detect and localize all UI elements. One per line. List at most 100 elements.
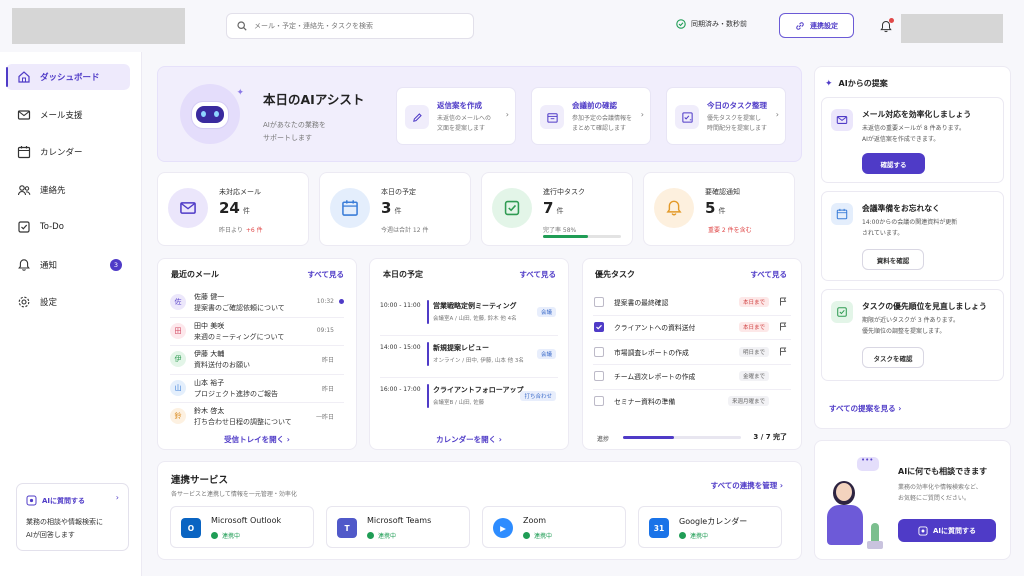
sidebar-item-home[interactable]: ダッシュボード	[6, 64, 130, 90]
service-zoom[interactable]: ▶ Zoom 連携中	[482, 506, 626, 548]
sidebar-item-contacts[interactable]: 連絡先	[6, 177, 130, 203]
mail-list-item[interactable]: 佐佐藤 健一 提案書のご確認依頼について 10:32	[158, 289, 356, 316]
ai-chat-illustration: •••	[819, 453, 901, 553]
ai-spark-icon	[26, 495, 37, 506]
task-item[interactable]: 提案書の最終確認 本日まで	[583, 293, 801, 313]
mail-card-title: 最近のメール	[171, 270, 219, 279]
calendar-icon	[17, 146, 31, 159]
task-checkbox[interactable]	[594, 346, 604, 357]
recent-mail-card: 最近のメール すべて見る 佐佐藤 健一 提案書のご確認依頼について 10:32 田田中…	[157, 258, 357, 450]
mail-list-item[interactable]: 伊伊藤 大輔 資料送付のお願い 昨日	[158, 346, 356, 373]
today-schedule-stat[interactable]: 本日の予定 3 件今週は合計 12 件	[319, 172, 471, 246]
meeting-icon	[546, 112, 558, 123]
event-type-tag: 会議	[536, 349, 556, 359]
today-schedule-card: 本日の予定 すべて見る 10:00 - 11:00 営業戦略定例ミーティング 会議室…	[369, 258, 569, 450]
unread-mail-stat[interactable]: 未対応メール 24 件昨日より +6 件	[157, 172, 309, 246]
task-completion-bar	[543, 235, 621, 238]
schedule-card-title: 本日の予定	[383, 270, 423, 279]
task-list-icon	[681, 111, 693, 123]
schedule-item[interactable]: 10:00 - 11:00 営業戦略定例ミーティング 会議室A / 山田, 佐藤, …	[370, 299, 568, 329]
sidebar: ダッシュボード メール支援カレンダー連絡先 To-Do 通知 3 設定 AIに質問する ›…	[0, 52, 142, 576]
chevron-right-icon: ›	[505, 110, 509, 119]
flag-icon	[780, 322, 787, 331]
sidebar-ai-box[interactable]: AIに質問する › 業務の相談や情報検索に AIが回答します	[16, 483, 129, 551]
task-item[interactable]: チーム週次レポートの作成 金曜まで	[583, 367, 801, 387]
task-item[interactable]: クライアントへの資料送付 本日まで	[583, 318, 801, 338]
calendar-icon	[836, 208, 848, 220]
search-input[interactable]: メール・予定・連絡先・タスクを検索	[254, 21, 373, 31]
ai-spark-icon	[918, 525, 928, 536]
search-icon	[237, 21, 247, 31]
chevron-right-icon: ›	[640, 110, 644, 119]
sender-avatar: 伊	[170, 351, 186, 367]
active-indicator	[6, 67, 8, 87]
task-item[interactable]: 市場調査レポートの作成 明日まで	[583, 343, 801, 363]
notification-count-badge: 3	[110, 258, 122, 271]
task-checkbox[interactable]	[594, 297, 604, 307]
open-calendar-link[interactable]: カレンダーを開く ›	[370, 434, 568, 445]
priority-tasks-card: 優先タスク すべて見る 提案書の最終確認 本日まで クライアントへの資料送付 本日まで…	[582, 258, 802, 450]
suggestion-action-button[interactable]: タスクを確認	[862, 347, 924, 368]
unread-dot	[339, 299, 344, 304]
due-badge: 本日まで	[738, 297, 769, 307]
task-checkbox[interactable]	[594, 396, 604, 407]
mail-see-all-link[interactable]: すべて見る	[307, 269, 344, 280]
sidebar-item-checkbox[interactable]: To-Do	[6, 214, 130, 240]
all-suggestions-link[interactable]: すべての提案を見る ›	[829, 403, 901, 414]
task-checkbox[interactable]	[594, 371, 604, 382]
schedule-item[interactable]: 16:00 - 17:00 クライアントフォローアップ 会議室B / 山田, 佐藤打…	[370, 383, 568, 413]
meeting-prep-action[interactable]: 会議前の確認 参加予定の会議情報を まとめて確認します ›	[531, 87, 651, 145]
sidebar-item-gear[interactable]: 設定	[6, 289, 130, 315]
suggestion-action-button[interactable]: 確認する	[862, 153, 925, 174]
suggestion-action-button[interactable]: 資料を確認	[862, 249, 924, 270]
sync-status: 同期済み・数秒前	[676, 19, 747, 29]
task-progress-label: 進捗	[597, 436, 610, 443]
sidebar-item-bell[interactable]: 通知 3	[6, 252, 130, 278]
suggestions-title: AIからの提案	[838, 79, 888, 88]
robot-avatar: ✦	[180, 84, 244, 144]
gear-icon	[18, 296, 30, 308]
checkbox-icon	[837, 307, 847, 317]
mail-list-item[interactable]: 山山本 裕子 プロジェクト進捗のご報告 昨日	[158, 375, 356, 402]
ask-ai-button[interactable]: AIに質問する	[898, 519, 996, 542]
due-badge: 本日まで	[738, 321, 769, 332]
notification-dot	[889, 18, 894, 23]
link-icon	[796, 21, 804, 30]
google-calendar-icon: 31	[649, 518, 669, 538]
service-google-calendar[interactable]: 31 Googleカレンダー 連携中	[638, 506, 782, 548]
notifications-stat[interactable]: 要確認通知 5 件重要 2 件を含む	[643, 172, 795, 246]
connect-settings-button[interactable]: 連携設定	[779, 13, 854, 38]
due-badge: 明日まで	[738, 346, 769, 357]
open-inbox-link[interactable]: 受信トレイを開く ›	[158, 434, 356, 445]
sparkle-icon: ✦	[825, 78, 833, 89]
mail-list-item[interactable]: 田田中 美咲 来週のミーティングについて 09:15	[158, 318, 356, 345]
service-teams[interactable]: T Microsoft Teams 連携中	[326, 506, 470, 548]
task-checkbox[interactable]	[594, 321, 604, 332]
service-outlook[interactable]: O Microsoft Outlook 連携中	[170, 506, 314, 548]
sender-avatar: 鈴	[170, 408, 186, 424]
schedule-see-all-link[interactable]: すべて見る	[519, 269, 556, 280]
flag-icon	[780, 297, 787, 306]
check-circle-icon	[523, 532, 530, 539]
home-icon	[18, 71, 30, 83]
bell-icon	[666, 200, 682, 216]
draft-reply-action[interactable]: 返信案を作成 未返信のメールへの 文面を提案します ›	[396, 87, 516, 145]
sender-avatar: 田	[170, 322, 186, 339]
notification-bell[interactable]	[880, 18, 894, 33]
chevron-right-icon: ›	[115, 493, 119, 502]
services-subtitle: 各サービスと連携して情報を一元管理・効率化	[171, 491, 297, 498]
sender-avatar: 佐	[170, 294, 186, 310]
search-box[interactable]: メール・予定・連絡先・タスクを検索	[226, 13, 474, 39]
sidebar-item-calendar[interactable]: カレンダー	[6, 139, 130, 165]
services-card: 連携サービス 各サービスと連携して情報を一元管理・効率化 すべての連携を管理 ›…	[157, 461, 802, 560]
tasks-see-all-link[interactable]: すべて見る	[750, 269, 787, 280]
schedule-item[interactable]: 14:00 - 15:00 新規提案レビュー オンライン / 田中, 伊藤, 山本 …	[370, 341, 568, 371]
tasks-card-title: 優先タスク	[595, 270, 635, 279]
task-organize-action[interactable]: 今日のタスク整理 優先タスクを提案し 時間配分を提案します ›	[666, 87, 786, 145]
sidebar-item-mail[interactable]: メール支援	[6, 102, 130, 128]
active-tasks-stat[interactable]: 進行中タスク 7 件完了率 58%	[481, 172, 633, 246]
mail-list-item[interactable]: 鈴鈴木 啓太 打ち合わせ日程の調整について 一昨日	[158, 403, 356, 430]
event-type-tag: 会議	[536, 307, 556, 317]
manage-services-link[interactable]: すべての連携を管理 ›	[711, 480, 783, 491]
task-item[interactable]: セミナー資料の準備 来週月曜まで	[583, 392, 801, 412]
